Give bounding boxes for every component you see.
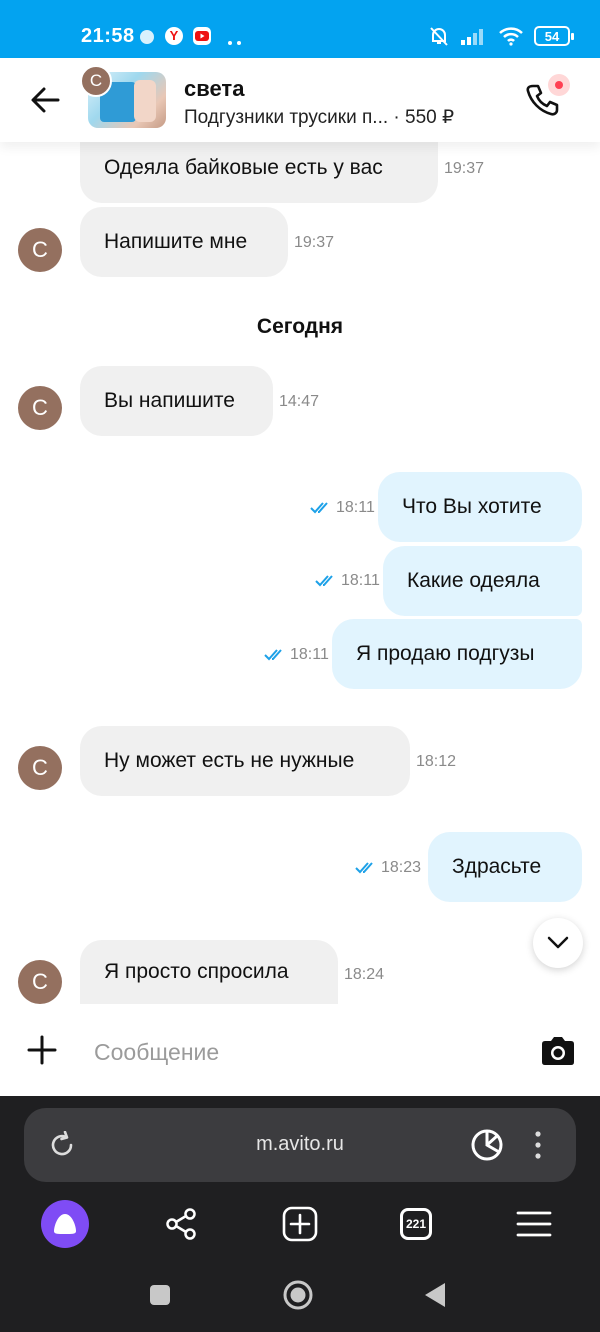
message-outgoing[interactable]: Я продаю подгузы [332,619,582,689]
message-time: 18:12 [416,753,457,770]
message-incoming[interactable]: Напишите мне [80,207,288,277]
message-text: Вы напишите [104,389,235,412]
yandex-icon: Y [165,27,183,45]
more-options-icon[interactable] [534,1130,542,1160]
more-notifications-icon [227,33,243,45]
double-check-icon [310,502,328,514]
new-tab-icon [282,1206,318,1242]
chat-header: С света Подгузники трусики п... · 550 ₽ [0,58,600,142]
message-time: 19:37 [444,160,485,177]
tabs-button[interactable]: 221 [392,1200,440,1248]
new-tab-button[interactable] [276,1200,324,1248]
contact-avatar[interactable]: С [80,65,112,97]
message-incoming[interactable]: Ну может есть не нужные [80,726,410,796]
plus-icon[interactable] [26,1034,58,1066]
avito-extension-icon[interactable] [470,1128,504,1162]
status-bar: 21:58 Y 54 [0,0,600,58]
share-button[interactable] [157,1200,205,1248]
tabs-count: 221 [400,1208,432,1240]
back-nav-icon[interactable] [424,1282,446,1308]
home-icon[interactable] [282,1279,314,1311]
message-time: 19:37 [294,234,335,251]
alice-assistant-button[interactable] [41,1200,89,1248]
contact-name[interactable]: света [184,76,244,102]
menu-icon [516,1211,552,1237]
menu-button[interactable] [510,1200,558,1248]
double-check-icon [315,575,333,587]
message-time: 14:47 [279,393,320,410]
message-text: Здрасьте [452,855,542,878]
message-text: Что Вы хотите [402,495,542,518]
product-image-detail [134,80,156,122]
phone-icon[interactable] [524,82,560,118]
status-time: 21:58 [81,25,135,47]
message-text: Я просто спросила [104,960,289,983]
avatar[interactable]: С [18,228,62,272]
avatar[interactable]: С [18,960,62,1004]
message-input[interactable] [94,1034,514,1070]
bell-muted-icon [430,27,448,46]
message-incoming[interactable]: Я просто спросила [80,940,338,1004]
scroll-to-bottom-button[interactable] [533,918,583,968]
listing-info[interactable]: Подгузники трусики п... · 550 ₽ [184,106,454,129]
message-text: Какие одеяла [407,569,540,592]
status-indicators: 54 [428,25,574,47]
address-bar[interactable]: m.avito.ru [24,1108,576,1182]
double-check-icon [264,649,282,661]
message-time: 18:11 [290,646,329,663]
message-time: 18:23 [381,859,422,876]
message-time: 18:11 [336,499,375,516]
double-check-icon [355,862,373,874]
message-outgoing[interactable]: Какие одеяла [383,546,582,616]
browser-bar: m.avito.ru 221 [0,1096,600,1332]
listing-title: Подгузники трусики п... [184,107,389,128]
message-outgoing[interactable]: Здрасьте [428,832,582,902]
recent-apps-icon[interactable] [149,1284,171,1306]
message-time: 18:24 [344,966,385,983]
message-composer [0,1004,600,1096]
message-incoming[interactable]: Одеяла байковые есть у вас [80,133,438,203]
system-navigation-bar [0,1264,600,1332]
share-icon [166,1208,196,1240]
app-notification-icon [140,30,154,44]
youtube-icon [193,27,211,45]
message-text: Я продаю подгузы [356,642,535,665]
avatar[interactable]: С [18,746,62,790]
day-separator: Сегодня [256,315,344,338]
back-arrow-icon[interactable] [28,85,62,115]
message-time: 18:11 [341,572,380,589]
message-outgoing[interactable]: Что Вы хотите [378,472,582,542]
camera-icon[interactable] [540,1036,576,1066]
message-text: Ну может есть не нужные [104,749,355,772]
battery-indicator: 54 [534,26,574,46]
listing-price: · 550 ₽ [393,107,455,128]
chevron-down-icon [547,936,569,949]
signal-icon [461,29,483,45]
message-text: Одеяла байковые есть у вас [104,156,383,179]
message-incoming[interactable]: Вы напишите [80,366,273,436]
avatar[interactable]: С [18,386,62,430]
wifi-icon [499,27,523,46]
alice-icon [54,1214,76,1234]
message-text: Напишите мне [104,230,248,253]
